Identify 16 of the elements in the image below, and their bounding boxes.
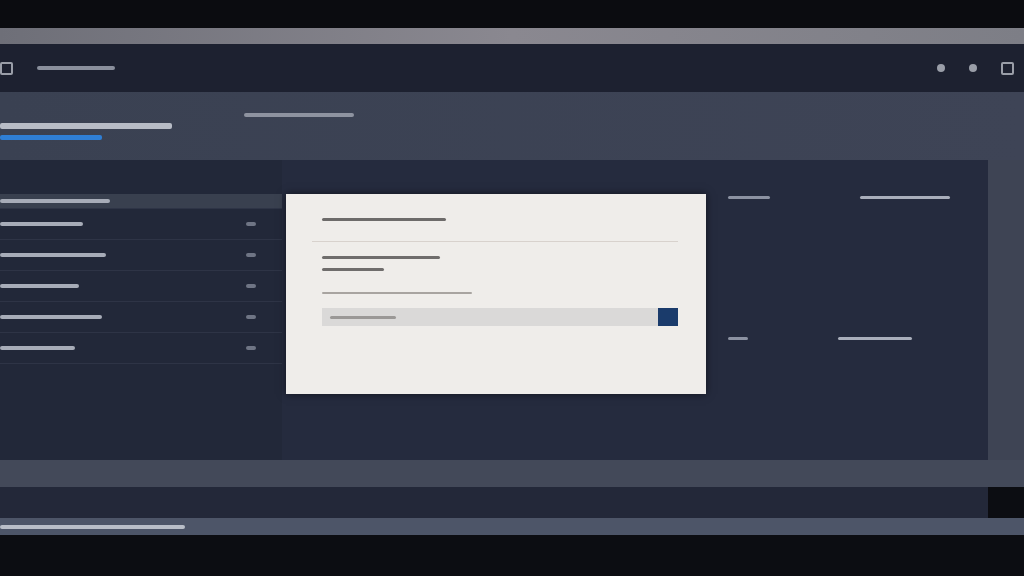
- square-icon[interactable]: [0, 61, 13, 75]
- dot-icon[interactable]: [937, 64, 945, 72]
- blurred-text: [246, 315, 256, 319]
- blurred-text: [322, 268, 384, 271]
- sidebar-item[interactable]: [0, 194, 282, 209]
- blurred-text: [246, 346, 256, 350]
- tab-underline[interactable]: [0, 134, 102, 140]
- square-icon[interactable]: [1001, 61, 1014, 75]
- blurred-text: [330, 315, 396, 319]
- input-field[interactable]: [322, 308, 678, 326]
- blurred-text: [246, 222, 256, 226]
- dot-icon[interactable]: [969, 64, 977, 72]
- blurred-text: [728, 337, 748, 340]
- blurred-text: [246, 284, 256, 288]
- blurred-text: [246, 253, 256, 257]
- blurred-text: [728, 196, 770, 199]
